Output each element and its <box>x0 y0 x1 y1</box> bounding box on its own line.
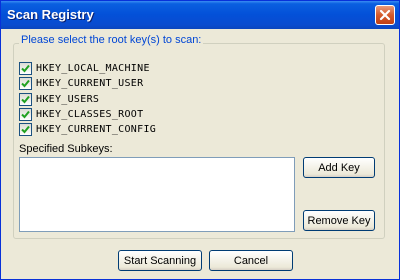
checkbox-row-hkey-users[interactable]: HKEY_USERS <box>19 93 99 106</box>
checkbox-label: HKEY_LOCAL_MACHINE <box>36 63 150 74</box>
checkbox-hkey-local-machine[interactable] <box>19 62 32 75</box>
checkbox-label: HKEY_CLASSES_ROOT <box>36 109 144 120</box>
subkeys-listbox[interactable] <box>19 157 295 232</box>
checkbox-hkey-users[interactable] <box>19 93 32 106</box>
checkmark-icon <box>21 95 30 104</box>
subkeys-label: Specified Subkeys: <box>19 143 113 155</box>
checkmark-icon <box>21 64 30 73</box>
checkmark-icon <box>21 110 30 119</box>
scan-registry-dialog: Scan Registry Please select the root key… <box>0 0 400 280</box>
checkbox-row-hkey-current-config[interactable]: HKEY_CURRENT_CONFIG <box>19 123 156 136</box>
checkmark-icon <box>21 79 30 88</box>
checkbox-label: HKEY_CURRENT_CONFIG <box>36 124 157 135</box>
checkbox-row-hkey-classes-root[interactable]: HKEY_CLASSES_ROOT <box>19 108 143 121</box>
checkbox-hkey-current-user[interactable] <box>19 77 32 90</box>
checkbox-row-hkey-current-user[interactable]: HKEY_CURRENT_USER <box>19 77 143 90</box>
title-bar[interactable]: Scan Registry <box>1 1 399 29</box>
window-title: Scan Registry <box>7 7 94 22</box>
checkbox-hkey-current-config[interactable] <box>19 123 32 136</box>
checkbox-label: HKEY_USERS <box>36 94 100 105</box>
close-button[interactable] <box>375 5 395 25</box>
checkbox-row-hkey-local-machine[interactable]: HKEY_LOCAL_MACHINE <box>19 62 150 75</box>
add-key-button[interactable]: Add Key <box>303 157 375 178</box>
checkbox-hkey-classes-root[interactable] <box>19 108 32 121</box>
close-icon <box>379 9 391 21</box>
checkmark-icon <box>21 125 30 134</box>
cancel-button[interactable]: Cancel <box>209 250 293 271</box>
group-caption: Please select the root key(s) to scan: <box>19 34 204 46</box>
checkbox-label: HKEY_CURRENT_USER <box>36 78 144 89</box>
start-scanning-button[interactable]: Start Scanning <box>118 250 202 271</box>
remove-key-button[interactable]: Remove Key <box>303 210 375 231</box>
